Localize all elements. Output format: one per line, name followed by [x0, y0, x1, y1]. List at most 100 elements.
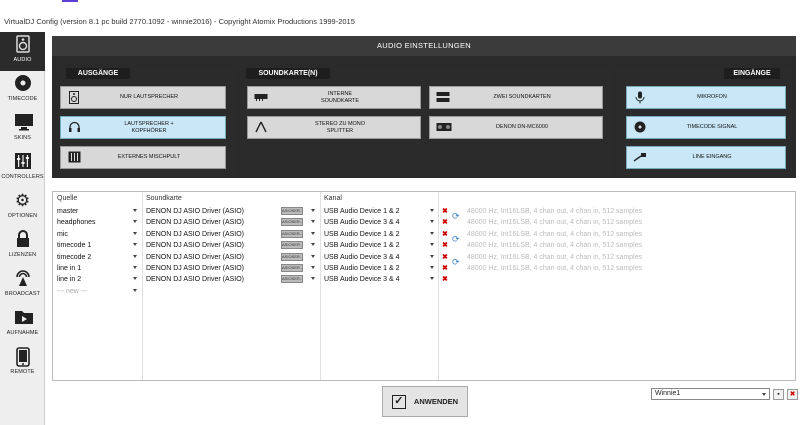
- mixer-icon: [67, 151, 81, 165]
- internal-soundcard-button[interactable]: INTERNE SOUNDKARTE: [247, 86, 421, 109]
- speakers-headphones-button[interactable]: LAUTSPRECHER + KOPFHÖRER: [60, 116, 226, 139]
- source-cell[interactable]: headphones: [57, 217, 96, 228]
- cable-icon: [633, 151, 647, 165]
- save-preset-button[interactable]: ▪: [773, 389, 784, 400]
- speakers-only-button[interactable]: NUR LAUTSPRECHER: [60, 86, 226, 109]
- chevron-down-icon[interactable]: [311, 231, 315, 235]
- timecode-signal-button[interactable]: TIMECODE SIGNAL: [626, 116, 786, 139]
- sidebar-item-broadcast[interactable]: BROADCAST: [0, 266, 45, 305]
- column-header-source: Quelle: [57, 195, 78, 202]
- chevron-down-icon[interactable]: [430, 209, 434, 212]
- table-row-new[interactable]: --- new ---: [53, 286, 795, 297]
- vinyl-icon: [14, 74, 32, 94]
- window-title: VirtualDJ Config (version 8.1 pc build 2…: [4, 17, 355, 26]
- refresh-icon[interactable]: ⟳: [452, 234, 460, 245]
- chevron-down-icon[interactable]: [133, 243, 137, 247]
- channel-cell[interactable]: USB Audio Device 1 & 2: [324, 229, 400, 240]
- channel-cell[interactable]: USB Audio Device 1 & 2: [324, 263, 400, 274]
- channel-cell[interactable]: USB Audio Device 1 & 2: [324, 206, 400, 217]
- soundcard-cell[interactable]: DENON DJ ASIO Driver (ASIO): [146, 252, 244, 263]
- stereo-mono-splitter-label: STEREO ZU MONO SPLITTER: [314, 121, 366, 134]
- delete-preset-button[interactable]: ✖: [787, 389, 798, 400]
- chevron-down-icon[interactable]: [133, 266, 137, 269]
- channel-cell[interactable]: USB Audio Device 3 & 4: [324, 217, 400, 228]
- soundcard-cell[interactable]: DENON DJ ASIO Driver (ASIO): [146, 274, 244, 285]
- apply-button[interactable]: ✓ ANWENDEN: [382, 386, 468, 417]
- asio-settings-button[interactable]: ASIOSER...: [281, 252, 303, 261]
- external-mixer-button[interactable]: EXTERNES MISCHPULT: [60, 146, 226, 169]
- soundcard-cell[interactable]: DENON DJ ASIO Driver (ASIO): [146, 206, 244, 217]
- sidebar-item-skins[interactable]: SKINS: [0, 110, 45, 149]
- chevron-down-icon[interactable]: [311, 266, 315, 269]
- sidebar-item-timecode[interactable]: TIMECODE: [0, 71, 45, 110]
- soundcard-cell[interactable]: DENON DJ ASIO Driver (ASIO): [146, 263, 244, 274]
- chevron-down-icon[interactable]: [430, 231, 434, 235]
- delete-row-icon[interactable]: ✖: [442, 274, 448, 285]
- delete-row-icon[interactable]: ✖: [442, 206, 448, 217]
- channel-cell[interactable]: USB Audio Device 3 & 4: [324, 252, 400, 263]
- asio-settings-button[interactable]: ASIOSER...: [281, 241, 303, 250]
- chevron-down-icon[interactable]: [430, 266, 434, 269]
- delete-row-icon[interactable]: ✖: [442, 240, 448, 251]
- sidebar-item-label: OPTIONEN: [7, 213, 38, 219]
- two-soundcards-button[interactable]: ZWEI SOUNDKARTEN: [429, 86, 603, 109]
- device-info: 48000 Hz, Int16LSB, 4 chan out, 4 chan i…: [467, 230, 643, 238]
- chevron-down-icon[interactable]: [430, 277, 434, 281]
- denon-device-button[interactable]: DENON DN-MC6000: [429, 116, 603, 139]
- chevron-down-icon[interactable]: [133, 209, 137, 212]
- chevron-down-icon[interactable]: [430, 220, 434, 224]
- source-cell[interactable]: master: [57, 206, 78, 217]
- source-cell[interactable]: timecode 1: [57, 240, 91, 251]
- sidebar-item-audio[interactable]: AUDIO: [0, 32, 45, 71]
- microphone-button[interactable]: MIKROFON: [626, 86, 786, 109]
- delete-row-icon[interactable]: ✖: [442, 252, 448, 263]
- asio-settings-button[interactable]: ASIOSER...: [281, 218, 303, 227]
- chevron-down-icon[interactable]: [430, 254, 434, 258]
- delete-row-icon[interactable]: ✖: [442, 217, 448, 228]
- chevron-down-icon[interactable]: [311, 209, 315, 212]
- chevron-down-icon[interactable]: [133, 277, 137, 281]
- source-cell[interactable]: mic: [57, 229, 68, 240]
- soundcard-cell[interactable]: DENON DJ ASIO Driver (ASIO): [146, 240, 244, 251]
- sidebar-item-label: BROADCAST: [4, 291, 41, 297]
- chevron-down-icon[interactable]: [311, 277, 315, 281]
- delete-row-icon[interactable]: ✖: [442, 229, 448, 240]
- refresh-icon[interactable]: ⟳: [452, 211, 460, 222]
- chevron-down-icon[interactable]: [133, 254, 137, 258]
- chevron-down-icon[interactable]: [133, 231, 137, 235]
- sidebar-item-aufnahme[interactable]: AUFNAHME: [0, 305, 45, 344]
- refresh-icon[interactable]: ⟳: [452, 257, 460, 268]
- chevron-down-icon[interactable]: [311, 220, 315, 224]
- chevron-down-icon[interactable]: [311, 254, 315, 258]
- speakers-headphones-label: LAUTSPRECHER + KOPFHÖRER: [124, 121, 174, 134]
- table-row: master DENON DJ ASIO Driver (ASIO) ASIOSER…: [53, 206, 795, 217]
- channel-cell[interactable]: USB Audio Device 3 & 4: [324, 274, 400, 285]
- chevron-down-icon[interactable]: [430, 243, 434, 247]
- asio-settings-button[interactable]: ASIOSER...: [281, 229, 303, 238]
- chevron-down-icon[interactable]: [133, 288, 137, 292]
- line-input-button[interactable]: LINE EINGANG: [626, 146, 786, 169]
- speaker-icon: [67, 91, 81, 105]
- sidebar-item-controllers[interactable]: CONTROLLERS: [0, 149, 45, 188]
- delete-row-icon[interactable]: ✖: [442, 263, 448, 274]
- asio-settings-button[interactable]: ASIOSER...: [281, 275, 303, 284]
- source-cell[interactable]: line in 2: [57, 274, 81, 285]
- sidebar-item-label: CONTROLLERS: [1, 174, 44, 180]
- sidebar-item-lizenzen[interactable]: LIZENZEN: [0, 227, 45, 266]
- soundcard-cell[interactable]: DENON DJ ASIO Driver (ASIO): [146, 217, 244, 228]
- soundcard-cell[interactable]: DENON DJ ASIO Driver (ASIO): [146, 229, 244, 240]
- chevron-down-icon[interactable]: [311, 243, 315, 247]
- sidebar-item-remote[interactable]: REMOTE: [0, 344, 45, 383]
- stereo-mono-splitter-button[interactable]: STEREO ZU MONO SPLITTER: [247, 116, 421, 139]
- channel-cell[interactable]: USB Audio Device 1 & 2: [324, 240, 400, 251]
- preset-select[interactable]: Winnie1: [651, 388, 770, 400]
- chevron-down-icon[interactable]: [133, 220, 137, 224]
- asio-settings-button[interactable]: ASIOSER...: [281, 264, 303, 272]
- internal-soundcard-label: INTERNE SOUNDKARTE: [320, 91, 360, 104]
- source-cell[interactable]: timecode 2: [57, 252, 91, 263]
- gear-icon: ⚙: [14, 191, 31, 210]
- sidebar-item-optionen[interactable]: ⚙ OPTIONEN: [0, 188, 45, 227]
- source-cell[interactable]: line in 1: [57, 263, 81, 274]
- sliders-icon: [14, 152, 32, 172]
- asio-settings-button[interactable]: ASIOSER...: [281, 207, 303, 215]
